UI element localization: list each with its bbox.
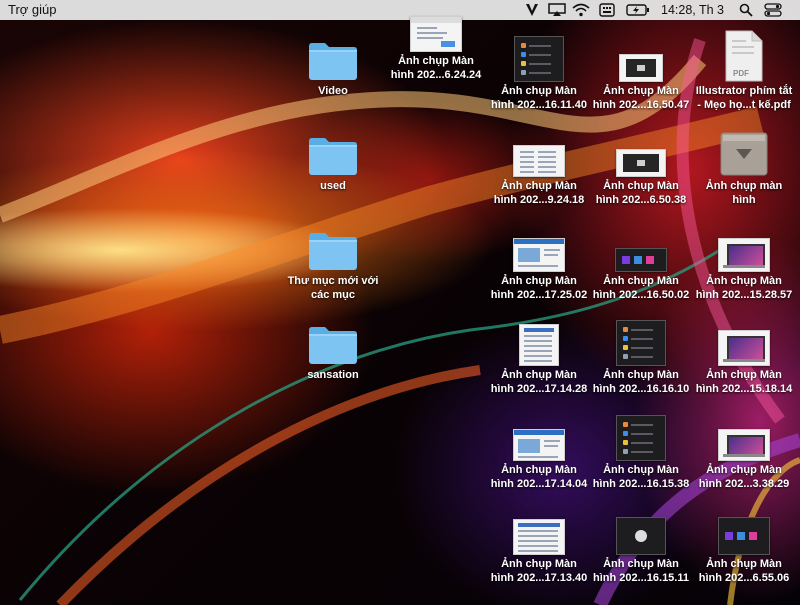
desktop-screenshot-file[interactable]: Ảnh chụp Màn hình 202...6.50.38 (591, 125, 691, 207)
file-label: Ảnh chụp Màn hình 202...17.14.04 (490, 464, 588, 490)
desktop-disk-image[interactable]: Ảnh chụp màn hình (694, 125, 794, 207)
folder-icon (305, 220, 361, 272)
file-label: Ảnh chụp Màn hình 202...16.15.38 (592, 464, 690, 490)
screenshot-thumbnail (716, 503, 772, 555)
file-label: Ảnh chụp Màn hình 202...17.25.02 (490, 275, 588, 301)
desktop-screenshot-file[interactable]: Ảnh chụp Màn hình 202...6.55.06 (694, 503, 794, 585)
screenshot-thumbnail (613, 314, 669, 366)
control-center-icon[interactable] (764, 2, 782, 18)
desktop-screenshot-file[interactable]: Ảnh chụp Màn hình 202...9.24.18 (489, 125, 589, 207)
screenshot-thumbnail (511, 409, 567, 461)
wifi-icon[interactable] (572, 2, 590, 18)
screenshot-thumbnail (511, 30, 567, 82)
desktop-screenshot-file[interactable]: Ảnh chụp Màn hình 202...16.16.10 (591, 314, 691, 396)
battery-charging-icon[interactable] (626, 2, 650, 18)
screenshot-thumbnail (716, 314, 772, 366)
screenshot-thumbnail (511, 125, 567, 177)
file-label: Video (318, 85, 348, 97)
screenshot-thumbnail (511, 220, 567, 272)
folder-icon (305, 314, 361, 366)
menu-help[interactable]: Trợ giúp (8, 0, 57, 20)
desktop-screenshot-file[interactable]: Ảnh chụp Màn hình 202...16.15.11 (591, 503, 691, 585)
desktop-folder[interactable]: Video (283, 30, 383, 98)
file-label: Ảnh chụp Màn hình 202...17.14.28 (490, 369, 588, 395)
desktop-screenshot-file[interactable]: Ảnh chụp Màn hình 202...17.13.40 (489, 503, 589, 585)
folder-icon (305, 125, 361, 177)
folder-icon (305, 30, 361, 82)
file-label: Ảnh chụp Màn hình 202...6.50.38 (595, 180, 687, 206)
file-label: Ảnh chụp Màn hình 202...9.24.18 (493, 180, 585, 206)
file-label: used (320, 180, 346, 192)
screenshot-thumbnail (613, 30, 669, 82)
file-label: Ảnh chụp Màn hình 202...15.18.14 (695, 369, 793, 395)
screenshot-thumbnail (716, 220, 772, 272)
screenshot-thumbnail (511, 503, 567, 555)
pdf-badge: PDF (733, 69, 749, 78)
file-label: Illustrator phím tắt - Mẹo họ...t kế.pdf (695, 85, 793, 111)
screenshot-thumbnail (613, 503, 669, 555)
desktop-screenshot-file[interactable]: Ảnh chụp Màn hình 202...16.50.02 (591, 220, 691, 302)
desktop-screenshot-file[interactable]: Ảnh chụp Màn hình 202...16.11.40 (489, 30, 589, 112)
file-label: Ảnh chụp Màn hình 202...6.24.24 (390, 55, 482, 81)
file-label: Ảnh chụp Màn hình 202...16.50.47 (592, 85, 690, 111)
file-label: Ảnh chụp Màn hình 202...16.50.02 (592, 275, 690, 301)
search-icon[interactable] (738, 2, 754, 18)
file-label: Ảnh chụp Màn hình 202...3.38.29 (698, 464, 790, 490)
desktop-folder[interactable]: Thư mục mới với các mục (283, 220, 383, 302)
desktop-screenshot-file[interactable]: Ảnh chụp Màn hình 202...3.38.29 (694, 409, 794, 491)
desktop-folder[interactable]: used (283, 125, 383, 193)
file-label: Ảnh chụp Màn hình 202...15.28.57 (695, 275, 793, 301)
disk-image-icon (716, 125, 772, 177)
desktop-screenshot-file[interactable]: Ảnh chụp Màn hình 202...15.28.57 (694, 220, 794, 302)
desktop-screenshot-file[interactable]: Ảnh chụp Màn hình 202...16.50.47 (591, 30, 691, 112)
desktop-folder[interactable]: sansation (283, 314, 383, 382)
airplay-icon[interactable] (548, 2, 566, 18)
file-label: Ảnh chụp Màn hình 202...6.55.06 (698, 558, 790, 584)
screenshot-thumbnail (408, 0, 464, 52)
file-label: Ảnh chụp Màn hình 202...16.11.40 (490, 85, 587, 111)
desktop-screenshot-file[interactable]: Ảnh chụp Màn hình 202...17.14.04 (489, 409, 589, 491)
screenshot-thumbnail (613, 220, 669, 272)
desktop-screenshot-file[interactable]: Ảnh chụp Màn hình 202...16.15.38 (591, 409, 691, 491)
file-label: Thư mục mới với các mục (287, 275, 379, 301)
screenshot-thumbnail (613, 125, 669, 177)
file-label: sansation (307, 369, 359, 381)
screenshot-thumbnail (613, 409, 669, 461)
screenshot-thumbnail (716, 409, 772, 461)
vectorize-icon[interactable] (524, 2, 540, 18)
desktop-screenshot-file[interactable]: Ảnh chụp Màn hình 202...15.18.14 (694, 314, 794, 396)
keyboard-input-icon[interactable] (598, 2, 616, 18)
desktop-screenshot-file[interactable]: Ảnh chụp Màn hình 202...17.14.28 (489, 314, 589, 396)
desktop-screenshot-file[interactable]: Ảnh chụp Màn hình 202...6.24.24 (386, 0, 486, 82)
file-label: Ảnh chụp màn hình (705, 180, 783, 206)
menubar-clock[interactable]: 14:28, Th 3 (661, 0, 724, 20)
file-label: Ảnh chụp Màn hình 202...16.16.10 (592, 369, 690, 395)
desktop-pdf-file[interactable]: PDF Illustrator phím tắt - Mẹo họ...t kế.… (694, 30, 794, 112)
desktop-screenshot-file[interactable]: Ảnh chụp Màn hình 202...17.25.02 (489, 220, 589, 302)
pdf-icon: PDF (716, 30, 772, 82)
file-label: Ảnh chụp Màn hình 202...16.15.11 (592, 558, 689, 584)
file-label: Ảnh chụp Màn hình 202...17.13.40 (490, 558, 588, 584)
screenshot-thumbnail (511, 314, 567, 366)
